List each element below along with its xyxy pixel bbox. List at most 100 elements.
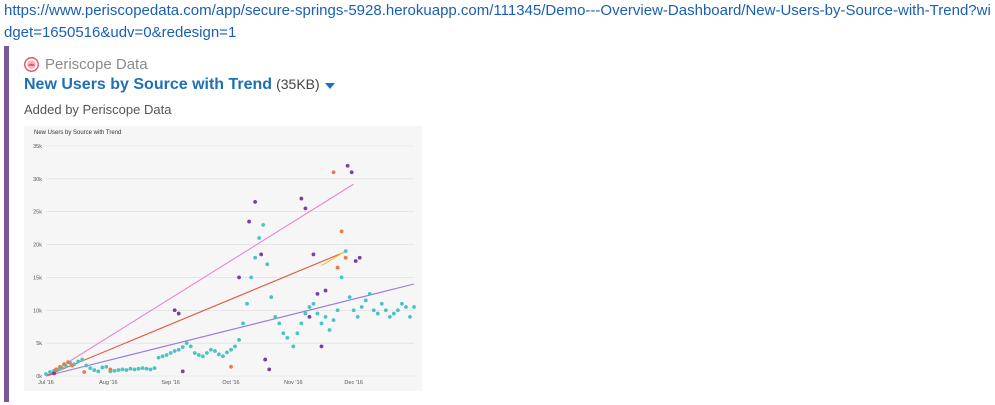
trend-line — [45, 183, 354, 377]
data-point — [347, 295, 352, 300]
data-point — [331, 170, 336, 175]
data-point — [277, 321, 282, 326]
data-point — [396, 308, 400, 313]
site-name: Periscope Data — [45, 55, 148, 73]
data-point — [58, 364, 62, 369]
data-point — [82, 370, 87, 374]
data-point — [343, 249, 348, 254]
data-point — [355, 314, 360, 319]
data-point — [116, 368, 121, 372]
data-point — [299, 196, 304, 201]
caret-down-icon[interactable] — [324, 83, 335, 89]
data-point — [311, 301, 316, 306]
chart-title: New Users by Source with Trend — [34, 130, 121, 136]
data-point — [263, 357, 268, 362]
data-point — [196, 353, 201, 357]
x-tick-label: Jul '16 — [38, 380, 54, 386]
data-point — [229, 347, 233, 352]
data-point — [383, 308, 388, 313]
periscope-logo-icon — [24, 56, 39, 72]
data-point — [303, 206, 308, 211]
data-point — [351, 308, 356, 313]
data-point — [176, 311, 181, 316]
data-point — [331, 318, 336, 323]
y-tick-label: 30k — [33, 177, 42, 183]
data-point — [80, 357, 85, 362]
x-tick-label: Dec '16 — [344, 380, 362, 386]
data-point — [96, 369, 101, 374]
data-point — [257, 236, 262, 240]
data-point — [188, 344, 193, 349]
data-point — [343, 255, 348, 260]
y-tick-label: 10k — [33, 308, 42, 314]
data-point — [208, 347, 213, 352]
file-size: (35KB) — [276, 76, 320, 92]
added-by-text: Added by Periscope Data — [24, 102, 172, 117]
data-point — [319, 344, 324, 349]
data-point — [327, 328, 332, 332]
data-point — [233, 344, 237, 349]
data-point — [225, 350, 229, 355]
data-point — [303, 311, 308, 316]
data-point — [391, 311, 396, 316]
data-point — [124, 368, 129, 372]
data-point — [164, 353, 169, 357]
data-point — [48, 370, 52, 374]
oembed-card: Periscope Data New Users by Source with … — [4, 46, 994, 402]
page-url-link[interactable]: https://www.periscopedata.com/app/secure… — [4, 0, 992, 44]
data-point — [307, 314, 312, 319]
chart-title-link[interactable]: New Users by Source with Trend — [24, 76, 272, 94]
data-point — [379, 301, 384, 306]
data-point — [200, 354, 205, 359]
data-point — [128, 366, 133, 371]
data-point — [172, 349, 177, 353]
data-point — [359, 305, 364, 309]
data-point — [261, 222, 266, 227]
data-point — [156, 355, 161, 360]
data-point — [353, 259, 358, 263]
data-point — [100, 365, 105, 370]
data-point — [176, 347, 181, 352]
y-tick-label: 15k — [33, 275, 42, 281]
card-header: Periscope Data — [24, 54, 148, 74]
data-point — [259, 252, 264, 257]
data-point — [120, 367, 125, 372]
chart-image: New Users by Source with Trend 0k 5k 10k 15k… — [24, 126, 422, 391]
data-point — [62, 362, 66, 367]
data-point — [400, 301, 404, 306]
y-tick-label: 20k — [33, 243, 42, 249]
data-point — [54, 367, 58, 372]
data-point — [408, 314, 412, 319]
data-point — [345, 163, 350, 168]
data-point — [160, 354, 165, 359]
y-tick-label: 5k — [36, 341, 42, 347]
data-point — [387, 314, 392, 319]
data-point — [253, 255, 258, 260]
data-point — [265, 262, 270, 267]
data-point — [367, 291, 372, 296]
data-point — [307, 305, 312, 309]
data-point — [148, 367, 153, 372]
data-point — [299, 321, 304, 326]
y-tick-label: 35k — [33, 144, 42, 150]
data-point — [217, 352, 221, 357]
data-point — [357, 255, 362, 260]
data-point — [319, 321, 324, 326]
data-point — [323, 314, 328, 319]
data-point — [349, 170, 354, 175]
x-tick-label: Aug '16 — [99, 380, 117, 386]
x-tick-label: Oct '16 — [222, 380, 239, 386]
data-point — [140, 366, 145, 371]
data-point — [192, 351, 197, 355]
data-point — [104, 364, 109, 369]
data-point — [66, 360, 71, 365]
data-point — [84, 363, 89, 368]
data-point — [269, 295, 274, 300]
data-point — [323, 288, 328, 293]
data-point — [371, 308, 376, 313]
data-point — [144, 366, 149, 371]
data-point — [70, 363, 75, 368]
data-point — [339, 229, 344, 234]
data-point — [249, 275, 254, 280]
data-point — [285, 335, 290, 340]
